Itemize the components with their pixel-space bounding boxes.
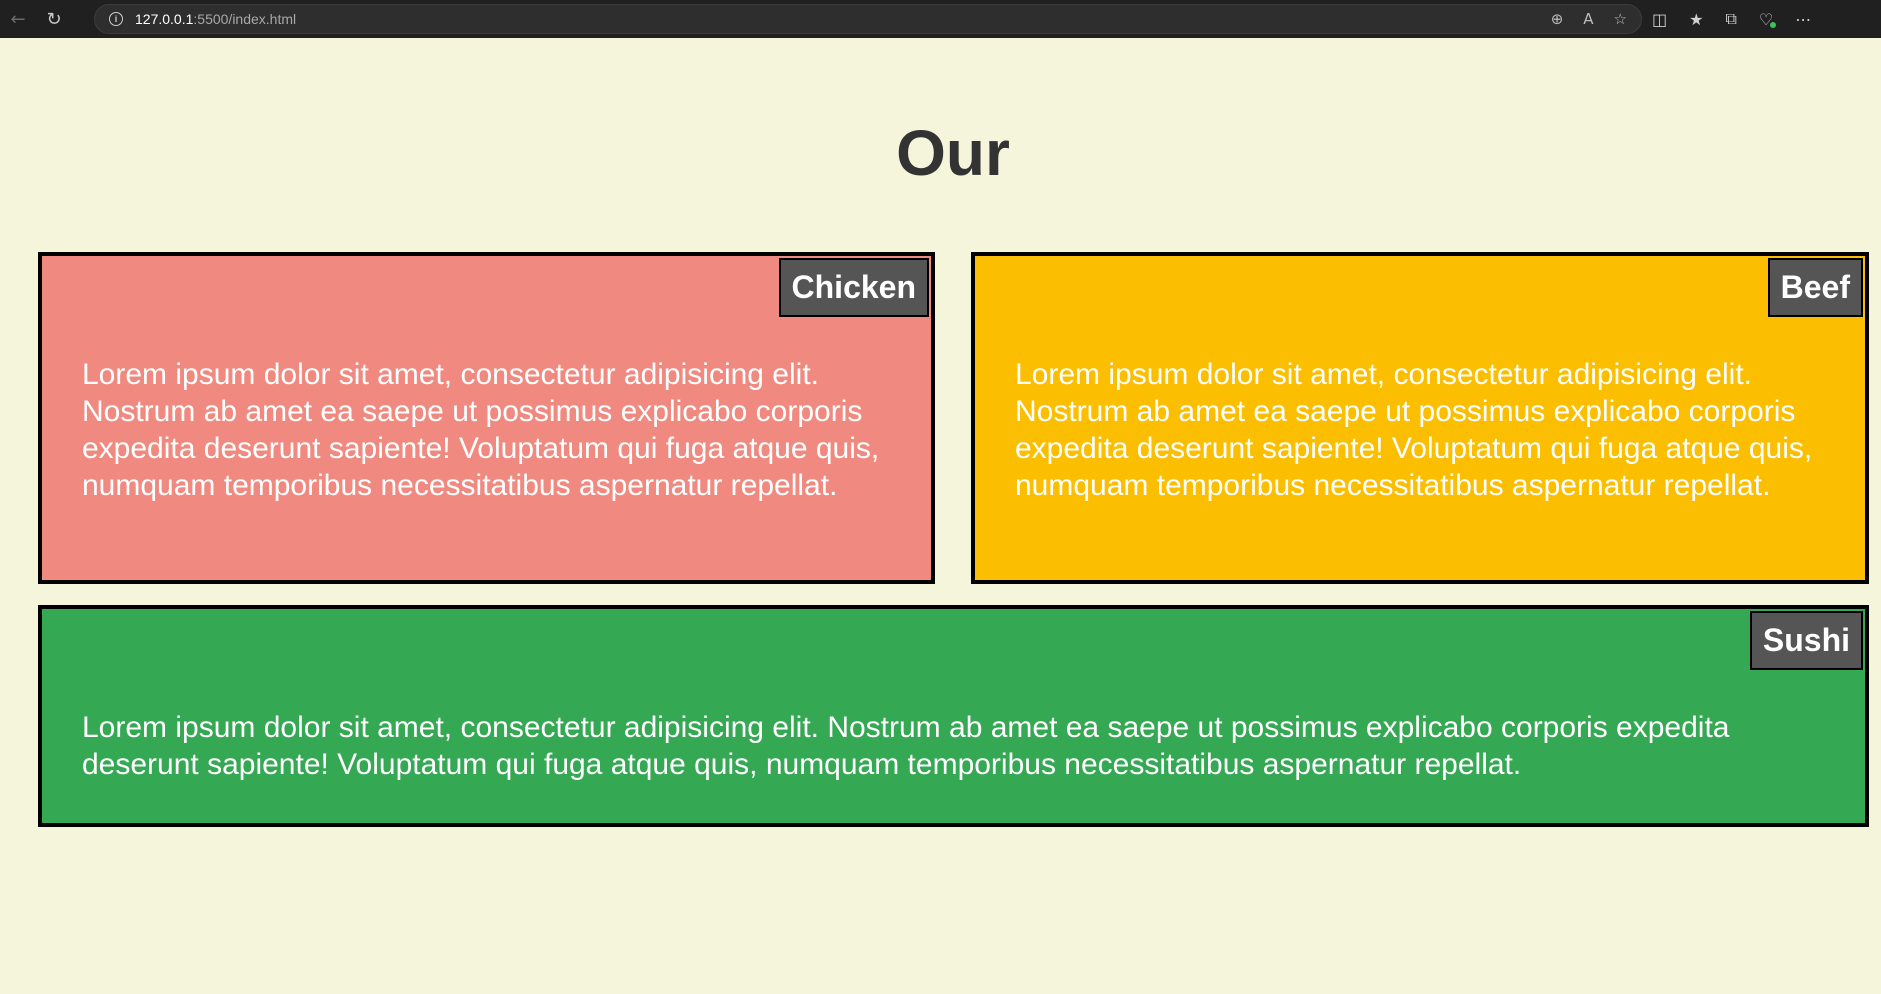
- read-aloud-icon[interactable]: A: [1583, 10, 1593, 28]
- card-badge-chicken: Chicken: [778, 258, 929, 317]
- card-chicken: Chicken Lorem ipsum dolor sit amet, cons…: [38, 252, 935, 584]
- collections-icon[interactable]: ⧉: [1725, 9, 1736, 29]
- favorites-icon[interactable]: ★: [1689, 10, 1703, 29]
- card-badge-sushi: Sushi: [1749, 611, 1863, 670]
- url-host: 127.0.0.1: [135, 11, 194, 27]
- card-text-chicken: Lorem ipsum dolor sit amet, consectetur …: [82, 358, 880, 502]
- url-path: :5500/index.html: [193, 11, 297, 27]
- page-content: Our Chicken Lorem ipsum dolor sit amet, …: [0, 38, 1881, 994]
- card-badge-beef: Beef: [1767, 258, 1863, 317]
- page-title: Our: [896, 117, 1010, 189]
- card-sushi: Sushi Lorem ipsum dolor sit amet, consec…: [38, 605, 1869, 827]
- card-text-beef: Lorem ipsum dolor sit amet, consectetur …: [1015, 358, 1813, 502]
- browser-toolbar: ← ↻ i 127.0.0.1:5500/index.html ⊕ A ☆ ◫ …: [0, 0, 1881, 38]
- card-beef: Beef Lorem ipsum dolor sit amet, consect…: [971, 252, 1869, 584]
- favorite-star-icon[interactable]: ☆: [1614, 10, 1627, 28]
- card-text-sushi: Lorem ipsum dolor sit amet, consectetur …: [82, 711, 1730, 781]
- back-arrow-icon[interactable]: ←: [0, 0, 36, 38]
- site-info-icon[interactable]: i: [109, 12, 123, 26]
- more-menu-icon[interactable]: ⋯: [1795, 10, 1811, 29]
- split-screen-icon[interactable]: ◫: [1652, 10, 1667, 29]
- browser-essentials-icon[interactable]: ♡: [1759, 10, 1777, 29]
- address-bar-actions: ⊕ A ☆: [1551, 5, 1627, 33]
- browser-tools: ◫ ★ ⧉ ♡ ⋯: [1652, 0, 1811, 38]
- zoom-icon[interactable]: ⊕: [1551, 10, 1564, 28]
- reload-icon[interactable]: ↻: [36, 0, 72, 38]
- address-bar[interactable]: i 127.0.0.1:5500/index.html ⊕ A ☆: [94, 4, 1642, 34]
